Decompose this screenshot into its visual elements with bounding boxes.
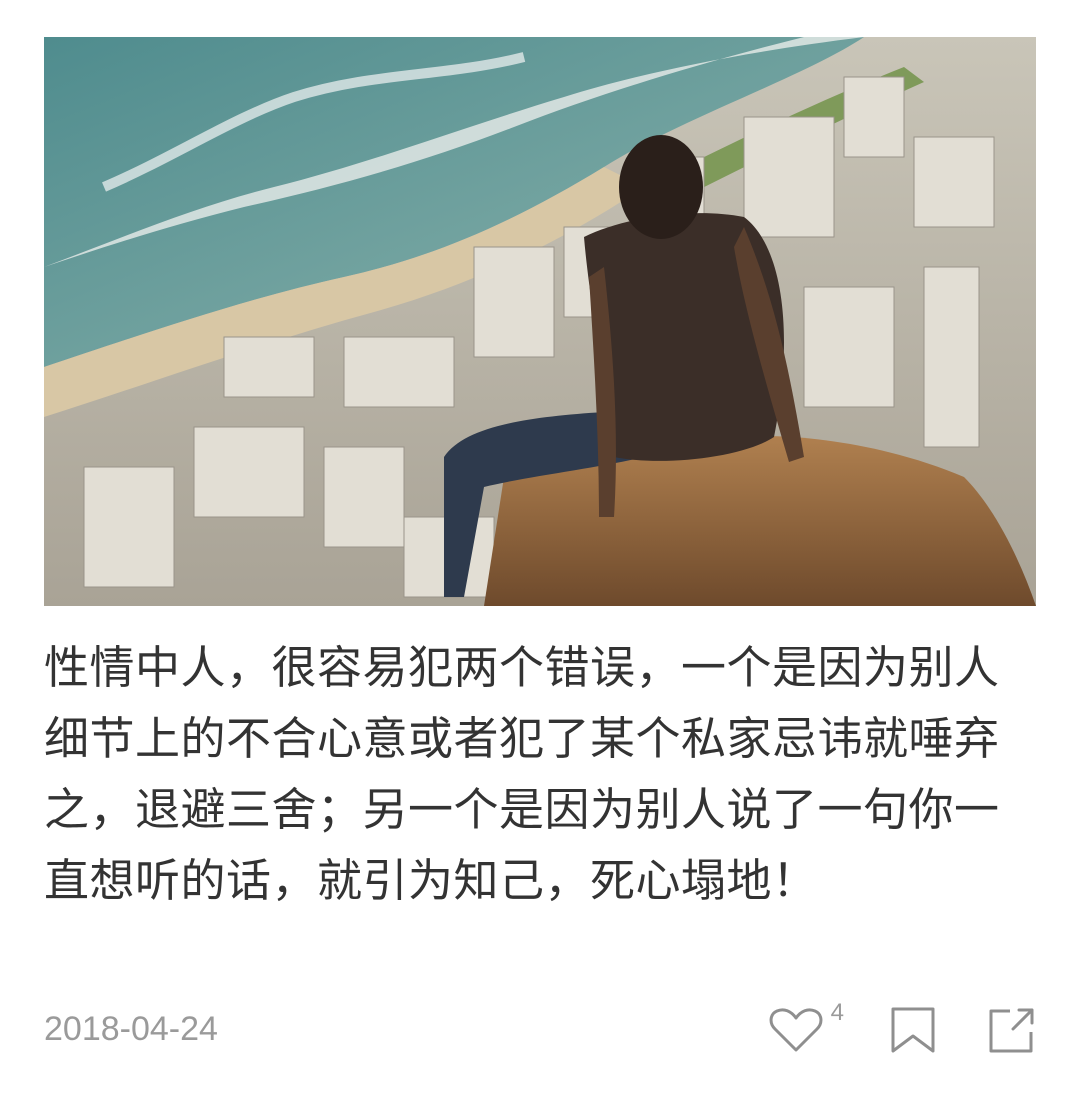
post-text: 性情中人，很容易犯两个错误，一个是因为别人细节上的不合心意或者犯了某个私家忌讳就… <box>44 641 1000 907</box>
photo-illustration <box>44 37 1036 606</box>
like-button[interactable]: 4 <box>769 999 844 1053</box>
bookmark-outline-icon <box>891 1007 935 1053</box>
post-actions: 4 <box>769 999 1036 1060</box>
share-button[interactable] <box>988 1006 1036 1054</box>
like-count: 4 <box>830 999 844 1026</box>
post-footer: 2018-04-24 4 <box>44 999 1036 1060</box>
share-external-icon <box>989 1008 1034 1053</box>
bookmark-button[interactable] <box>890 1006 936 1054</box>
post-date: 2018-04-24 <box>44 1010 218 1048</box>
heart-outline-icon <box>769 1008 823 1052</box>
post-photo[interactable] <box>44 37 1036 606</box>
